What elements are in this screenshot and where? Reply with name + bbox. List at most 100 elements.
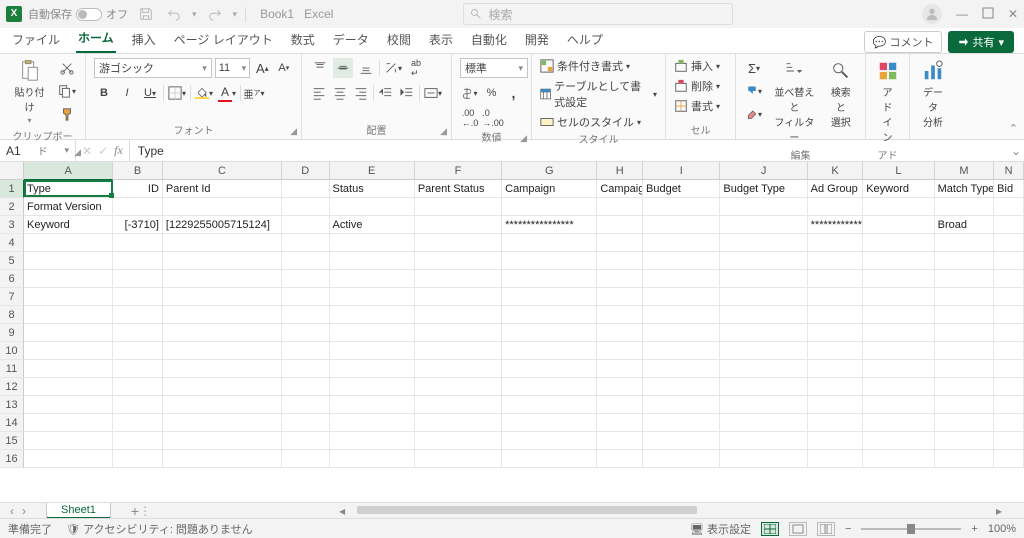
cell[interactable]: Active <box>330 216 415 234</box>
cell[interactable] <box>994 396 1024 414</box>
cell[interactable] <box>863 342 934 360</box>
cell[interactable] <box>720 342 807 360</box>
column-header[interactable]: A <box>24 162 113 180</box>
cell[interactable] <box>282 234 330 252</box>
cell[interactable] <box>163 342 282 360</box>
cell[interactable] <box>24 432 113 450</box>
cell[interactable] <box>330 432 415 450</box>
cell[interactable] <box>282 288 330 306</box>
cell[interactable] <box>282 324 330 342</box>
comma-button[interactable]: , <box>504 83 523 103</box>
comment-button[interactable]: 💬 コメント <box>864 31 943 53</box>
phonetic-button[interactable]: 亜ア ▾ <box>244 83 264 103</box>
row-headers[interactable]: 12345678910111213141516 <box>0 180 24 468</box>
tab-formulas[interactable]: 数式 <box>289 27 317 53</box>
cell[interactable] <box>808 342 864 360</box>
cell[interactable] <box>935 288 995 306</box>
cell[interactable] <box>282 198 330 216</box>
cell[interactable] <box>597 342 643 360</box>
cell[interactable] <box>935 324 995 342</box>
cell[interactable] <box>643 234 720 252</box>
cell[interactable] <box>994 432 1024 450</box>
cell[interactable] <box>720 396 807 414</box>
cell[interactable] <box>502 252 597 270</box>
cell[interactable] <box>808 450 864 468</box>
cell[interactable] <box>597 324 643 342</box>
number-format-combo[interactable]: 標準▾ <box>460 58 528 78</box>
cell[interactable] <box>163 234 282 252</box>
cell[interactable] <box>163 198 282 216</box>
chevron-down-icon[interactable]: ▾ <box>192 9 197 20</box>
cell[interactable] <box>994 360 1024 378</box>
cell[interactable] <box>502 450 597 468</box>
cut-button[interactable] <box>57 58 77 78</box>
cell[interactable] <box>720 450 807 468</box>
column-header[interactable]: I <box>643 162 720 180</box>
cell[interactable] <box>415 378 502 396</box>
cell[interactable] <box>597 306 643 324</box>
cell[interactable] <box>720 288 807 306</box>
horizontal-scrollbar[interactable]: ◂ ▸ <box>357 506 984 516</box>
find-select-button[interactable]: 検索と 選択 <box>825 58 857 131</box>
increase-decimal-button[interactable]: .00←.0 <box>460 108 480 128</box>
insert-function-button[interactable]: fx <box>114 143 123 158</box>
cell[interactable] <box>24 288 113 306</box>
cell[interactable] <box>163 450 282 468</box>
share-button[interactable]: 共有 ▾ <box>948 31 1014 53</box>
redo-icon[interactable] <box>205 4 225 24</box>
cell[interactable] <box>502 288 597 306</box>
cell[interactable]: Campaign Type <box>597 180 643 198</box>
column-header[interactable]: L <box>863 162 934 180</box>
cell[interactable] <box>415 252 502 270</box>
tab-page-layout[interactable]: ページ レイアウト <box>172 27 275 53</box>
bold-button[interactable]: B <box>94 83 114 103</box>
align-top-button[interactable] <box>310 58 330 78</box>
cell[interactable] <box>330 270 415 288</box>
format-painter-button[interactable] <box>57 104 77 124</box>
tab-automate[interactable]: 自動化 <box>469 27 509 53</box>
cell[interactable] <box>502 270 597 288</box>
cell[interactable] <box>643 378 720 396</box>
cell[interactable] <box>935 450 995 468</box>
conditional-format-button[interactable]: 条件付き書式 ▾ <box>540 58 657 74</box>
cell[interactable] <box>502 324 597 342</box>
cancel-formula-icon[interactable]: ✕ <box>82 144 92 158</box>
cell[interactable] <box>24 450 113 468</box>
cell[interactable] <box>330 252 415 270</box>
cell[interactable]: Parent Status <box>415 180 502 198</box>
cell[interactable] <box>282 270 330 288</box>
cell[interactable] <box>643 324 720 342</box>
cell[interactable] <box>163 270 282 288</box>
format-as-table-button[interactable]: テーブルとして書式設定 ▾ <box>540 78 657 110</box>
row-header[interactable]: 3 <box>0 216 24 234</box>
cell[interactable] <box>502 396 597 414</box>
cell[interactable]: Match Type <box>935 180 995 198</box>
cell[interactable] <box>935 396 995 414</box>
cell[interactable]: [1229255005715124] <box>163 216 282 234</box>
cells-area[interactable]: TypeIDParent IdStatusParent StatusCampai… <box>24 180 1024 478</box>
cell[interactable] <box>863 396 934 414</box>
wrap-text-button[interactable]: ab↵ <box>406 58 426 78</box>
cell[interactable] <box>282 396 330 414</box>
undo-icon[interactable] <box>164 4 184 24</box>
cell[interactable] <box>597 450 643 468</box>
cell[interactable] <box>808 360 864 378</box>
cell[interactable] <box>863 378 934 396</box>
tab-insert[interactable]: 挿入 <box>130 27 158 53</box>
cell[interactable] <box>113 378 163 396</box>
column-header[interactable]: D <box>282 162 330 180</box>
cell[interactable] <box>597 198 643 216</box>
cell[interactable] <box>994 414 1024 432</box>
cell[interactable] <box>597 432 643 450</box>
cell[interactable] <box>415 270 502 288</box>
insert-cells-button[interactable]: 挿入 ▾ <box>674 58 727 74</box>
borders-button[interactable]: ▾ <box>167 83 187 103</box>
cell[interactable] <box>597 252 643 270</box>
cell[interactable] <box>643 432 720 450</box>
cell[interactable] <box>24 234 113 252</box>
row-header[interactable]: 15 <box>0 432 24 450</box>
column-header[interactable]: C <box>163 162 282 180</box>
row-header[interactable]: 9 <box>0 324 24 342</box>
row-header[interactable]: 10 <box>0 342 24 360</box>
cell[interactable] <box>282 432 330 450</box>
